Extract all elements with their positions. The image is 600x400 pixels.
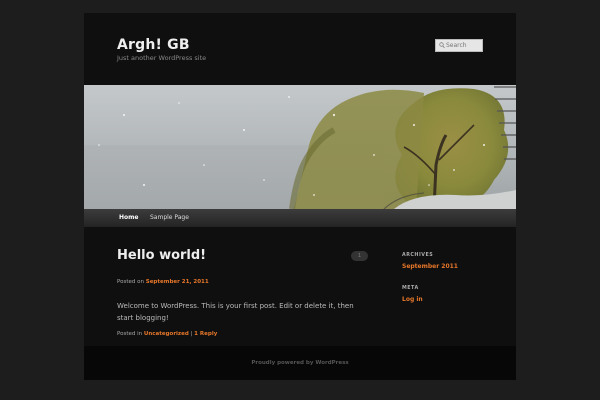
meta-widget: META Log in [402,286,423,303]
site-header: Argh! GB Just another WordPress site [84,13,516,85]
header-image [84,85,516,209]
search-input[interactable] [446,40,482,51]
post-content: Welcome to WordPress. This is your first… [117,302,354,322]
page: Argh! GB Just another WordPress site Sea… [84,13,516,380]
nav-item-sample-page[interactable]: Sample Page [150,209,189,227]
post-date-line: Posted on September 21, 2011 [117,279,209,285]
archives-widget: ARCHIVES September 2011 [402,253,458,270]
comment-count-bubble[interactable]: 1 [351,251,368,261]
login-link[interactable]: Log in [402,296,423,303]
footer-credit-link[interactable]: Proudly powered by WordPress [251,360,348,366]
site-description: Just another WordPress site [117,54,207,62]
reply-link[interactable]: 1 Reply [194,331,217,337]
posted-in-label: Posted in [117,331,144,337]
meta-title: META [402,286,419,291]
nav-item-home[interactable]: Home [119,209,138,227]
site-title[interactable]: Argh! GB [117,37,190,53]
search-icon [439,42,445,49]
post-meta: Posted in Uncategorized | 1 Reply [117,331,217,337]
site-footer: Proudly powered by WordPress [84,346,516,380]
category-link[interactable]: Uncategorized [144,331,189,337]
post-date-link[interactable]: September 21, 2011 [146,279,209,285]
search-form[interactable] [435,39,483,52]
posted-on-label: Posted on [117,279,146,285]
post-title[interactable]: Hello world! [117,248,206,263]
archives-title: ARCHIVES [402,253,434,258]
archive-link-september-2011[interactable]: September 2011 [402,263,458,270]
main-navigation: Home Sample Page [84,209,516,227]
